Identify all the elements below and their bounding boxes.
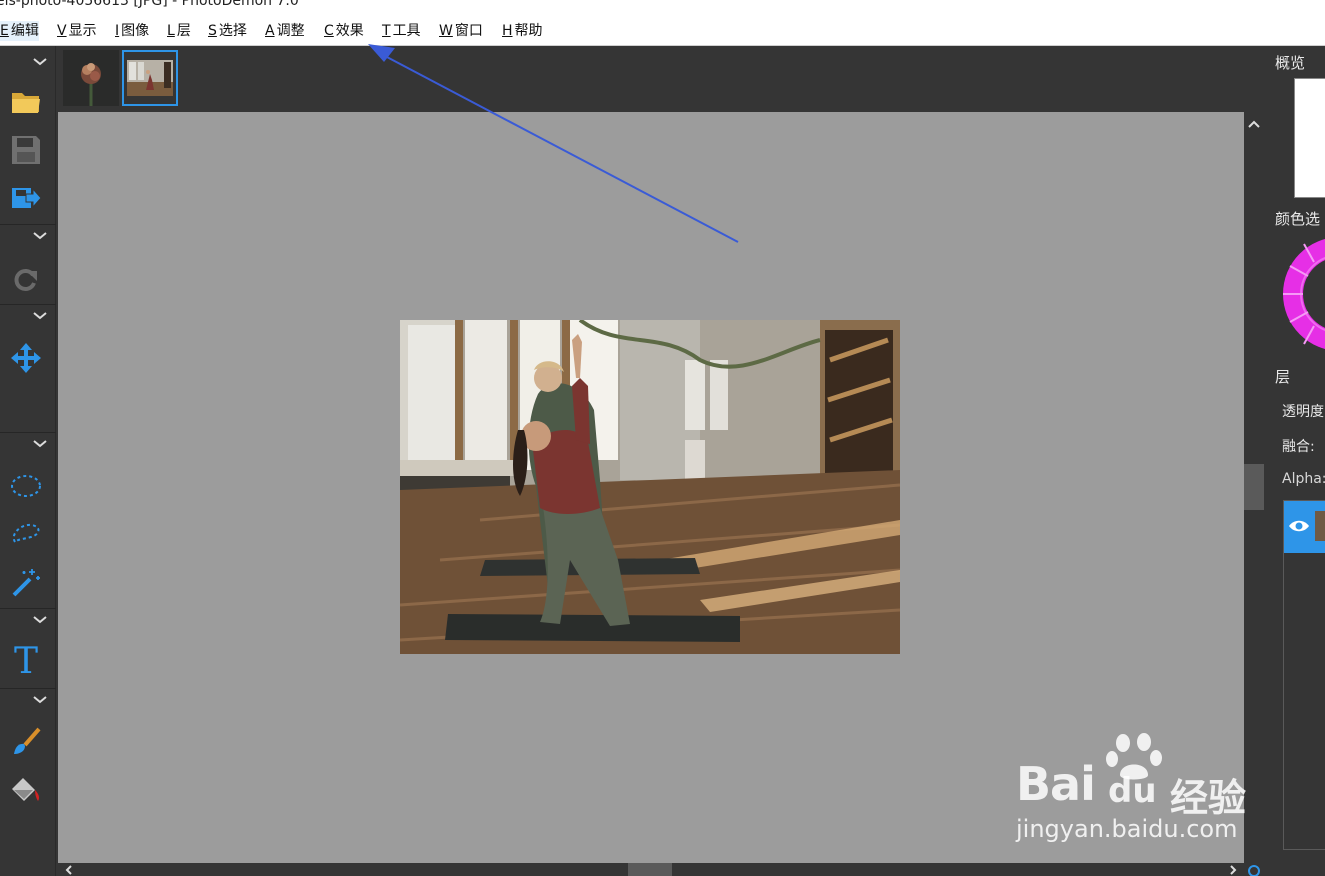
toolbox: T (0, 46, 56, 876)
menu-image[interactable]: I 图像 (115, 21, 149, 41)
export-icon[interactable] (6, 180, 46, 216)
chevron-down-icon[interactable] (30, 230, 50, 242)
menu-window-key: W (439, 23, 453, 39)
save-icon[interactable] (6, 132, 46, 168)
menu-layer-label: 层 (176, 23, 191, 39)
zoom-center-icon[interactable] (1244, 863, 1264, 876)
baidu-jingyan-watermark: Bai du 经验 jingyan.baidu.com (1010, 733, 1260, 851)
watermark-brand-bai: Bai (1016, 757, 1096, 811)
scroll-right-icon[interactable] (1226, 863, 1240, 876)
overview-label: 概览 (1275, 54, 1306, 72)
menu-help[interactable]: H 帮助 (502, 21, 543, 41)
menu-tools-key: T (382, 23, 391, 39)
menu-edit[interactable]: E 编辑 (0, 21, 39, 41)
layer-visibility-eye-icon[interactable] (1288, 519, 1310, 533)
menu-tools-label: 工具 (392, 23, 421, 39)
scroll-up-icon[interactable] (1244, 114, 1264, 134)
menu-select-label: 选择 (218, 23, 247, 39)
menu-view-key: V (57, 23, 67, 39)
chevron-down-icon[interactable] (30, 614, 50, 626)
menu-tools[interactable]: T 工具 (382, 21, 421, 41)
menu-image-key: I (115, 23, 120, 39)
chevron-down-icon[interactable] (30, 694, 50, 706)
menu-select[interactable]: S 选择 (208, 21, 247, 41)
menu-adjust-key: A (265, 23, 275, 39)
lasso-select-icon[interactable] (6, 516, 46, 552)
menu-select-key: S (208, 23, 217, 39)
blend-mode-label: 融合: (1282, 439, 1315, 455)
window-title-bar: els-photo-4056613 [JPG] - PhotoDemon 7.0 (0, 0, 1325, 14)
menu-effects[interactable]: C 效果 (324, 21, 364, 41)
text-tool-glyph: T (13, 641, 38, 682)
menu-view[interactable]: V 显示 (57, 21, 97, 41)
layers-label: 层 (1275, 368, 1291, 386)
menu-edit-label: 编辑 (10, 23, 39, 39)
color-wheel[interactable] (1282, 236, 1325, 352)
layer-row[interactable] (1284, 501, 1325, 553)
menu-view-label: 显示 (68, 23, 97, 39)
canvas-image (400, 320, 900, 654)
menu-layer[interactable]: L层 (167, 21, 191, 41)
menu-effects-key: C (324, 23, 334, 39)
horizontal-scroll-thumb[interactable] (628, 863, 672, 876)
menu-adjust[interactable]: A 调整 (265, 21, 305, 41)
chevron-down-icon[interactable] (30, 310, 50, 322)
horizontal-scrollbar[interactable] (58, 863, 1244, 876)
menu-adjust-label: 调整 (276, 23, 305, 39)
magic-wand-icon[interactable] (6, 564, 46, 600)
chevron-down-icon[interactable] (30, 438, 50, 450)
watermark-jingyan-cn: 经验 (1170, 776, 1247, 820)
menu-help-key: H (502, 23, 513, 39)
yoga-photo (400, 320, 900, 654)
alpha-label: Alpha: (1282, 471, 1325, 487)
color-selector-label: 颜色选 (1275, 210, 1321, 228)
scroll-left-icon[interactable] (62, 863, 76, 876)
window-title: els-photo-4056613 [JPG] - PhotoDemon 7.0 (0, 0, 299, 9)
menu-effects-label: 效果 (335, 23, 364, 39)
menu-window-label: 窗口 (454, 23, 483, 39)
menu-layer-key: L (167, 23, 175, 39)
menu-image-label: 图像 (121, 23, 150, 39)
layer-thumbnail (1315, 511, 1325, 541)
opacity-label: 透明度 (1282, 404, 1324, 420)
ellipse-select-icon[interactable] (6, 468, 46, 504)
image-thumbnail-flower[interactable] (63, 50, 119, 106)
layers-list (1283, 500, 1325, 850)
chevron-down-icon[interactable] (30, 56, 50, 68)
watermark-url: jingyan.baidu.com (1016, 815, 1238, 843)
watermark-brand-du: du (1108, 771, 1157, 811)
open-folder-icon[interactable] (6, 84, 46, 120)
text-tool-icon[interactable]: T (6, 644, 46, 680)
redo-icon[interactable] (6, 260, 46, 296)
menu-help-label: 帮助 (514, 23, 543, 39)
menu-bar: E 编辑 V 显示 I 图像 L层 S 选择 A 调整 C 效果 T 工具 W 窗口 H 帮助 (0, 14, 1325, 46)
right-panel: 概览 颜色选 层 透明度 融合: Alpha: (1264, 46, 1325, 876)
vertical-scroll-thumb[interactable] (1244, 464, 1264, 510)
paint-bucket-icon[interactable] (6, 772, 46, 808)
menu-edit-key: E (0, 23, 9, 39)
image-thumbnail-yoga[interactable] (122, 50, 178, 106)
paintbrush-icon[interactable] (6, 724, 46, 760)
move-icon[interactable] (6, 340, 46, 376)
menu-window[interactable]: W 窗口 (439, 21, 483, 41)
image-thumbnail-strip (57, 46, 1264, 112)
overview-preview[interactable] (1294, 78, 1325, 198)
